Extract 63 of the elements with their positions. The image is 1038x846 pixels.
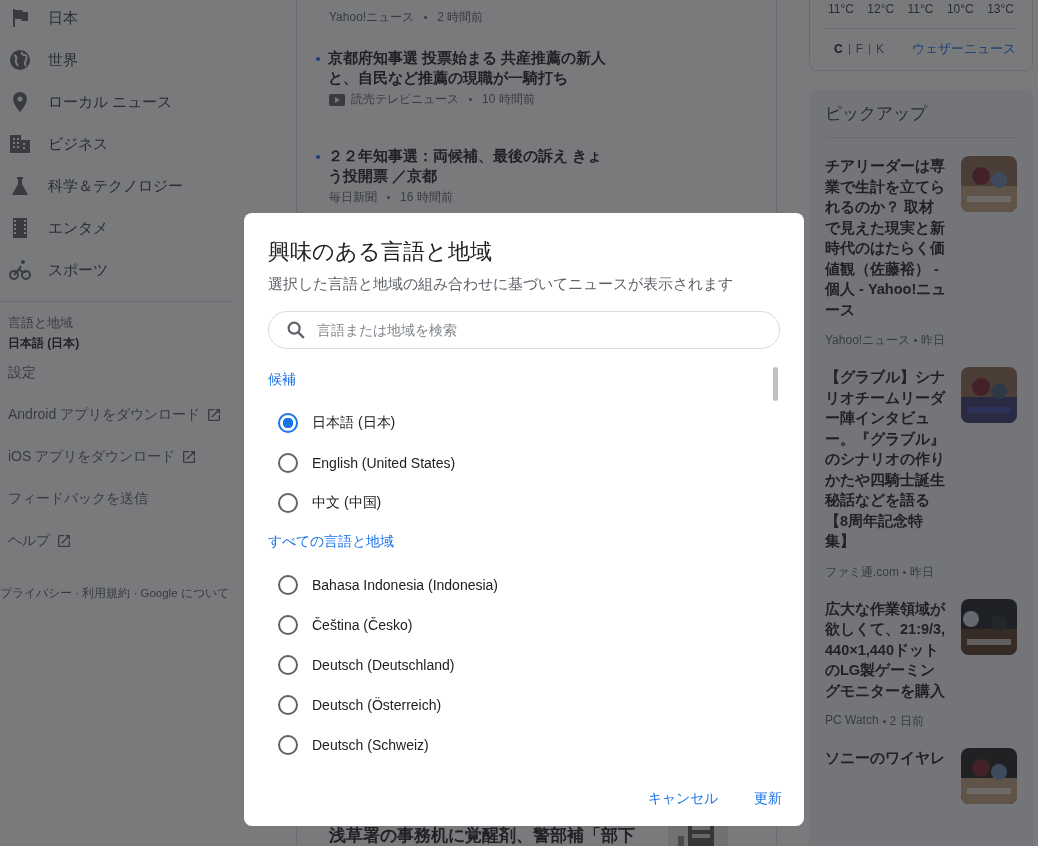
language-region-label[interactable]: 言語と地域 [8,314,232,332]
unit-toggle[interactable]: K [869,44,891,55]
nav-item[interactable]: 日本 [0,0,232,39]
search-icon [285,319,307,341]
temperature: 13°C [987,2,1014,16]
article-title[interactable]: チアリーダーは専業で生計を立てられるのか？ 取材で見えた現実と新時代のはたらく価値観（佐藤裕） - 個人 - Yahoo!ニュース [825,156,947,320]
language-region-value: 日本語 (日本) [8,335,81,352]
radio-button[interactable] [278,575,298,595]
section-label: すべての言語と地域 [268,532,395,551]
dialog-button[interactable]: 更新 [742,780,794,818]
language-option[interactable]: Deutsch (Österreich) [268,685,780,725]
radio-button[interactable] [278,413,298,433]
temperature: 10°C [946,2,974,16]
section-title: ピックアップ [825,98,1017,138]
language-option[interactable]: Deutsch (Deutschland) [268,645,780,685]
radio-button[interactable] [278,493,298,513]
radio-button[interactable] [278,695,298,715]
building-icon [8,132,32,156]
language-option[interactable]: 日本語 (日本) [268,403,780,443]
article-time: 16 時間前 [400,189,453,206]
article-title[interactable]: 広大な作業領域が欲しくて、21:9/3,440×1,440ドットのLG製ゲーミングモニターを購入 [825,598,947,701]
article-time: 2 時間前 [437,9,484,26]
article-source: 毎日新聞 [329,189,377,206]
nav-item[interactable]: ローカル ニュース [0,81,232,123]
nav-item[interactable]: ビジネス [0,123,232,165]
radio-button[interactable] [278,453,298,473]
globe-icon [8,48,32,72]
temperature: 12°C [867,2,895,16]
article-title[interactable]: 京都府知事選 投票始まる 共産推薦の新人と、自民など推薦の現職が一騎打ち [328,48,608,88]
language-option[interactable]: Deutsch (Schweiz) [268,725,780,765]
nav-item[interactable]: スポーツ [0,249,232,291]
article-title[interactable]: ２２年知事選：両候補、最後の訴え きょう投開票 ／京都 [328,146,608,186]
radio-button[interactable] [278,655,298,675]
article-time: 10 時間前 [482,91,535,108]
nav-item[interactable]: 世界 [0,39,232,81]
nav-item[interactable]: エンタメ [0,207,232,249]
radio-button[interactable] [278,615,298,635]
language-option[interactable]: Bahasa Indonesia (Indonesia) [268,565,780,605]
dialog-title: 興味のある言語と地域 [268,238,493,266]
temperature: 11°C [828,2,854,16]
sidebar-link[interactable]: 設定 [0,352,232,394]
sidebar-link[interactable]: iOS アプリをダウンロード [0,436,232,478]
sidebar-link[interactable]: ヘルプ [0,520,232,562]
language-option[interactable]: 中文 (中国) [268,483,780,523]
search-field[interactable]: 言語または地域を検索 [268,311,780,349]
article-title[interactable]: 【グラブル】シナリオチームリーダー陣インタビュー。『グラブル』のシナリオの作りかたや四騎士誕生秘話などを語る【8周年記念特集】 [825,367,947,552]
radio-button[interactable] [278,735,298,755]
section-label: 候補 [268,370,297,389]
nav-item[interactable]: 科学＆テクノロジー [0,165,232,207]
unit-toggle[interactable]: F [848,44,869,55]
dialog-button[interactable]: キャンセル [636,780,730,818]
article-source: PC Watch [825,713,879,729]
bicycle-icon [8,258,32,282]
article-source: Yahoo!ニュース [329,9,415,26]
temperature: 11°C [907,2,934,16]
article-title[interactable]: ソニーのワイヤレ [825,748,947,769]
unit-toggle[interactable]: C [834,44,849,55]
sidebar-link[interactable]: Android アプリをダウンロード [0,394,232,436]
language-option[interactable]: Čeština (Česko) [268,605,780,645]
language-option[interactable]: English (United States) [268,443,780,483]
dialog-subtitle: 選択した言語と地域の組み合わせに基づいてニュースが表示されます [268,275,734,294]
article-headline[interactable]: 浅草署の事務机に覚醒剤、警部補「部下 [329,826,635,846]
weather-link[interactable]: ウェザーニュース [912,41,1016,58]
